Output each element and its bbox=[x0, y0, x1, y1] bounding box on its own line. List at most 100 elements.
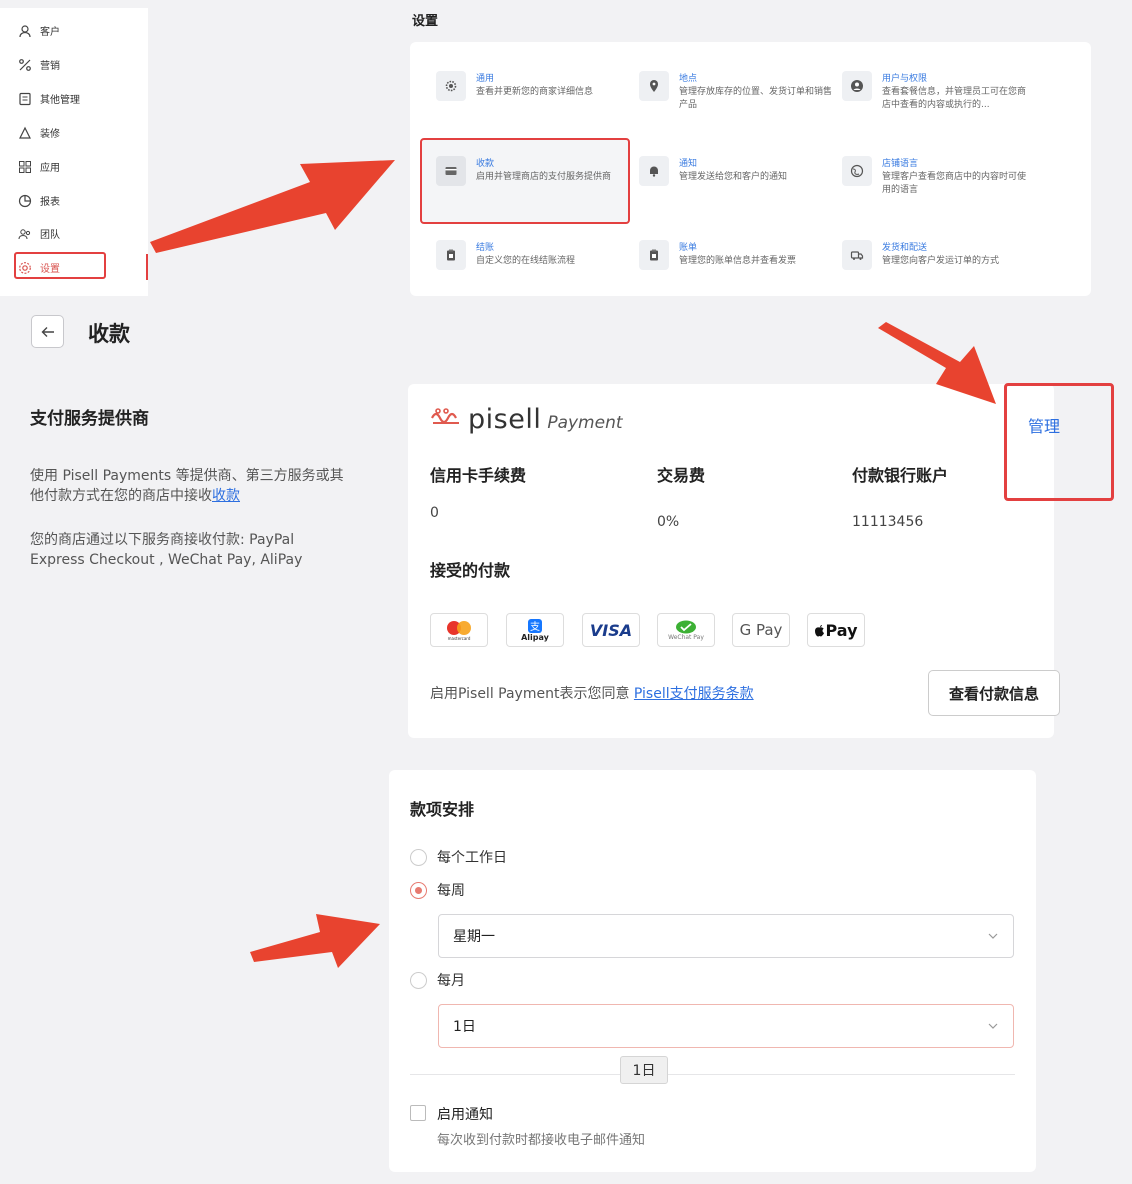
gear-icon bbox=[436, 71, 466, 101]
visa-label: VISA bbox=[589, 620, 633, 640]
annotation-arrow bbox=[250, 914, 380, 968]
apple-pay-label: Pay bbox=[825, 620, 858, 640]
chart-icon bbox=[18, 194, 32, 207]
fee-value: 11113456 bbox=[852, 514, 924, 530]
monthly-day-select[interactable]: 1日 bbox=[438, 1004, 1014, 1048]
sidebar-item-label: 客户 bbox=[40, 27, 60, 38]
notification-label: 启用通知 bbox=[437, 1107, 493, 1123]
brush-icon bbox=[19, 126, 31, 139]
settings-item-desc: 管理您向客户发运订单的方式 bbox=[882, 256, 1000, 266]
wechat-pay-label: WeChat Pay bbox=[668, 633, 704, 641]
terms-prefix: 启用Pisell Payment表示您同意 bbox=[430, 686, 634, 702]
settings-item-title: 结账 bbox=[476, 243, 495, 253]
settings-item-title: 地点 bbox=[679, 74, 698, 84]
terms-link[interactable]: Pisell支付服务条款 bbox=[634, 686, 754, 702]
sidebar-item-label: 营销 bbox=[40, 61, 60, 72]
sidebar-item-marketing[interactable]: 营销 bbox=[18, 57, 60, 72]
settings-item-languages[interactable]: 店铺语言管理客户查看您商店中的内容时可使用的语言 bbox=[842, 156, 1028, 197]
radio-option-weekday[interactable]: 每个工作日 bbox=[410, 847, 507, 867]
arrow-left-icon bbox=[41, 326, 54, 337]
radio-option-weekly[interactable]: 每周 bbox=[410, 880, 465, 900]
sidebar-item-label: 团队 bbox=[40, 230, 60, 241]
sidebar-item-label: 装修 bbox=[40, 129, 60, 140]
apple-pay-icon: Pay bbox=[807, 613, 865, 647]
sidebar-item-reports[interactable]: 报表 bbox=[18, 193, 60, 208]
highlight-box bbox=[1004, 383, 1114, 501]
settings-item-title: 账单 bbox=[679, 243, 698, 253]
user-icon bbox=[19, 24, 31, 37]
divider bbox=[410, 1074, 1015, 1075]
pisell-logo: pisell Payment bbox=[430, 404, 623, 435]
fee-value: 0 bbox=[430, 505, 439, 521]
pisell-logo-icon bbox=[431, 408, 459, 424]
sidebar-item-customers[interactable]: 客户 bbox=[18, 23, 60, 38]
settings-item-locations[interactable]: 地点 管理存放库存的位置、发货订单和销售产品 bbox=[639, 71, 835, 112]
page-title: 收款 bbox=[88, 322, 130, 346]
team-icon bbox=[18, 228, 31, 239]
svg-text:支: 支 bbox=[530, 621, 540, 633]
radio-button[interactable] bbox=[410, 848, 427, 866]
settings-item-notifications[interactable]: 通知 管理发送给您和客户的通知 bbox=[639, 156, 835, 186]
settings-item-general[interactable]: 通用查看并更新您的商家详细信息 bbox=[436, 71, 632, 101]
provider-description-text: 使用 Pisell Payments 等提供商、第三方服务或其他付款方式在您的商… bbox=[30, 468, 344, 504]
settings-item-title: 店铺语言 bbox=[882, 159, 919, 169]
annotation-arrow bbox=[150, 160, 395, 253]
percent-icon bbox=[19, 58, 31, 71]
sidebar-item-team[interactable]: 团队 bbox=[18, 226, 60, 241]
settings-item-payments[interactable]: 收款启用并管理商店的支付服务提供商 bbox=[436, 156, 620, 186]
provider-section-title: 支付服务提供商 bbox=[30, 409, 149, 429]
settings-item-title: 收款 bbox=[476, 159, 495, 169]
fee-label: 付款银行账户 bbox=[852, 466, 949, 485]
settings-item-desc: 查看并更新您的商家详细信息 bbox=[476, 87, 594, 97]
sidebar-item-other[interactable]: 其他管理 bbox=[18, 91, 80, 106]
notification-checkbox[interactable] bbox=[410, 1105, 426, 1121]
settings-item-title: 发货和配送 bbox=[882, 243, 928, 253]
settings-item-users[interactable]: 用户与权限查看套餐信息，并管理员工可在您商店中查看的内容或执行的... bbox=[842, 71, 1028, 112]
settings-item-desc: 管理客户查看您商店中的内容时可使用的语言 bbox=[882, 172, 1027, 195]
truck-icon bbox=[842, 240, 872, 270]
google-pay-label: G Pay bbox=[739, 621, 783, 639]
schedule-title: 款项安排 bbox=[410, 800, 475, 819]
visa-icon: VISA bbox=[582, 613, 640, 647]
settings-item-billing[interactable]: 账单管理您的账单信息并查看发票 bbox=[639, 240, 835, 270]
mastercard-icon: mastercard bbox=[430, 613, 488, 647]
radio-label: 每周 bbox=[437, 883, 465, 899]
settings-item-desc: 启用并管理商店的支付服务提供商 bbox=[476, 172, 612, 182]
settings-item-title: 用户与权限 bbox=[882, 74, 928, 84]
settings-item-desc: 查看套餐信息，并管理员工可在您商店中查看的内容或执行的... bbox=[882, 87, 1027, 110]
settings-item-title: 通用 bbox=[476, 74, 495, 84]
settings-item-desc: 自定义您的在线结账流程 bbox=[476, 256, 576, 266]
provider-description: 使用 Pisell Payments 等提供商、第三方服务或其他付款方式在您的商… bbox=[30, 466, 348, 506]
settings-title: 设置 bbox=[412, 14, 439, 29]
bell-icon bbox=[639, 156, 669, 186]
highlight-box bbox=[14, 252, 106, 279]
sidebar-item-decoration[interactable]: 装修 bbox=[18, 125, 60, 140]
settings-item-shipping[interactable]: 发货和配送管理您向客户发运订单的方式 bbox=[842, 240, 1028, 270]
weekly-day-select[interactable]: 星期一 bbox=[438, 914, 1014, 958]
alipay-label: Alipay bbox=[521, 632, 549, 642]
back-button[interactable] bbox=[31, 315, 64, 348]
radio-button[interactable] bbox=[410, 971, 427, 989]
payments-link[interactable]: 收款 bbox=[212, 488, 240, 504]
globe-icon bbox=[842, 156, 872, 186]
settings-item-checkout[interactable]: 结账自定义您的在线结账流程 bbox=[436, 240, 632, 270]
terms-text: 启用Pisell Payment表示您同意 Pisell支付服务条款 bbox=[430, 683, 754, 703]
brand-name: pisell bbox=[468, 404, 542, 435]
apple-icon bbox=[815, 624, 825, 636]
svg-text:mastercard: mastercard bbox=[448, 636, 471, 641]
select-value: 1日 bbox=[453, 1019, 476, 1035]
sidebar-item-apps[interactable]: 应用 bbox=[18, 159, 60, 174]
sidebar-item-label: 报表 bbox=[40, 197, 60, 208]
wechat-pay-icon: WeChat Pay bbox=[657, 613, 715, 647]
settings-item-desc: 管理发送给您和客户的通知 bbox=[679, 172, 788, 182]
fee-label: 信用卡手续费 bbox=[430, 466, 527, 485]
radio-button-selected[interactable] bbox=[410, 881, 427, 899]
sidebar-item-label: 应用 bbox=[40, 163, 60, 174]
tooltip: 1日 bbox=[620, 1056, 668, 1084]
notification-description: 每次收到付款时都接收电子邮件通知 bbox=[437, 1133, 646, 1148]
clipboard-icon bbox=[436, 240, 466, 270]
radio-option-monthly[interactable]: 每月 bbox=[410, 970, 465, 990]
document-icon bbox=[19, 92, 31, 105]
view-payment-info-button[interactable]: 查看付款信息 bbox=[928, 670, 1060, 716]
settings-item-desc: 管理您的账单信息并查看发票 bbox=[679, 256, 797, 266]
